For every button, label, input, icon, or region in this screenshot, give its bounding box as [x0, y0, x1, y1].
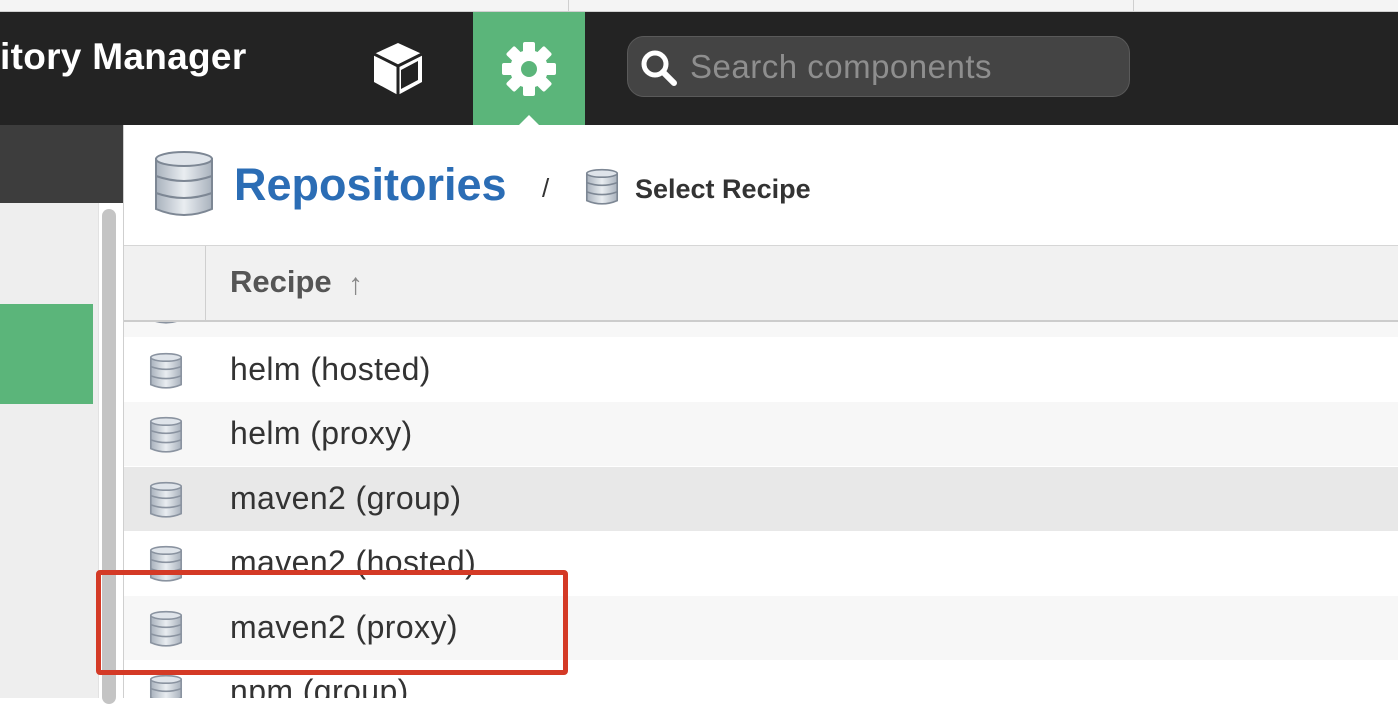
app-title: itory Manager: [0, 36, 247, 77]
administration-button[interactable]: [473, 12, 585, 125]
database-icon: [149, 610, 183, 653]
table-row[interactable]: go (proxy): [124, 322, 1398, 337]
recipe-label: npm (group): [230, 673, 409, 698]
icon-column-header: [124, 246, 206, 320]
active-caret: [519, 115, 539, 125]
strip-divider: [1133, 0, 1134, 11]
sidebar-item-repositories[interactable]: [0, 304, 93, 404]
main-panel: Repositories / Select Recipe Recipe ↑ go…: [123, 125, 1398, 698]
search-box[interactable]: [627, 36, 1130, 97]
table-header: Recipe ↑: [124, 246, 1398, 322]
database-icon: [585, 168, 619, 205]
recipe-label: go (proxy): [230, 322, 378, 323]
gear-icon: [502, 41, 556, 96]
breadcrumb-separator: /: [542, 173, 550, 203]
search-input[interactable]: [688, 45, 1112, 89]
browser-top-strip: [0, 0, 1398, 12]
database-icon: [149, 416, 183, 459]
sort-ascending-icon: ↑: [348, 268, 363, 301]
recipe-label: maven2 (hosted): [230, 544, 477, 580]
sidebar: [0, 203, 98, 698]
browse-button[interactable]: [340, 12, 456, 125]
app-header: itory Manager: [0, 12, 1398, 125]
search-icon: [641, 50, 677, 86]
cube-icon: [373, 42, 423, 95]
recipe-column-header[interactable]: Recipe: [230, 264, 332, 300]
recipe-label: helm (hosted): [230, 350, 431, 387]
database-icon: [149, 322, 183, 330]
table-row[interactable]: maven2 (group): [124, 466, 1398, 531]
sidebar-header: [0, 125, 123, 203]
scrollbar-thumb[interactable]: [102, 209, 116, 704]
table-row[interactable]: npm (group): [124, 660, 1398, 698]
table-row[interactable]: maven2 (proxy): [124, 595, 1398, 660]
recipe-list[interactable]: go (proxy) helm (hosted) helm (proxy) maven…: [124, 322, 1398, 698]
table-row[interactable]: helm (hosted): [124, 337, 1398, 402]
strip-divider: [568, 0, 569, 11]
breadcrumb-current: Select Recipe: [635, 174, 811, 204]
page-header: Repositories / Select Recipe: [124, 125, 1398, 246]
database-icon: [149, 545, 183, 588]
table-row[interactable]: maven2 (hosted): [124, 531, 1398, 595]
recipe-label: maven2 (group): [230, 479, 462, 516]
page-title[interactable]: Repositories: [234, 159, 507, 211]
table-row[interactable]: helm (proxy): [124, 402, 1398, 466]
database-icon: [149, 674, 183, 698]
recipe-label: maven2 (proxy): [230, 608, 458, 645]
database-icon: [149, 481, 183, 524]
database-icon: [155, 151, 213, 216]
recipe-label: helm (proxy): [230, 415, 413, 451]
sidebar-scrollbar[interactable]: [98, 203, 124, 704]
database-icon: [149, 352, 183, 395]
